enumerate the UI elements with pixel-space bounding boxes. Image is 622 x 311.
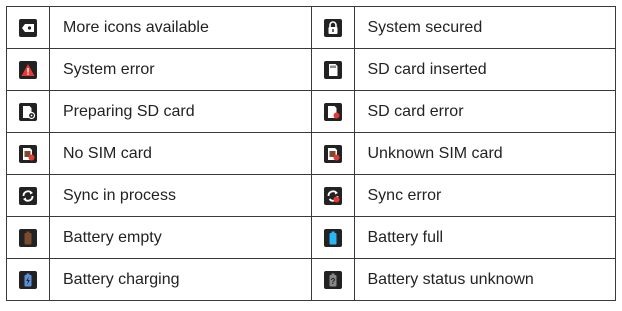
icon-cell (310, 216, 355, 259)
label-cell: Preparing SD card (49, 90, 312, 133)
icon-cell: ? (310, 258, 355, 301)
more-icons-icon (19, 18, 37, 37)
table-row: Preparing SD card SD card error (6, 90, 616, 133)
table-row: More icons available System secured (6, 6, 616, 49)
icon-cell (6, 216, 50, 259)
icon-cell (6, 174, 50, 217)
label-cell: Battery empty (49, 216, 312, 259)
label-cell: System secured (353, 6, 616, 49)
icon-cell (310, 174, 355, 217)
table-row: Sync in process Sync error (6, 174, 616, 217)
unknown-sim-card-icon (323, 144, 342, 163)
label-cell: More icons available (49, 6, 312, 49)
table-row: Battery charging ? Battery status unknow… (6, 258, 616, 301)
icon-cell (6, 90, 50, 133)
icon-cell (6, 48, 50, 91)
icon-cell (310, 48, 355, 91)
table-row: No SIM card Unknown SIM card (6, 132, 616, 175)
icon-cell (310, 6, 355, 49)
battery-unknown-icon: ? (323, 270, 342, 289)
icon-cell (310, 90, 355, 133)
label-cell: Unknown SIM card (353, 132, 616, 175)
preparing-sd-card-icon (19, 102, 37, 121)
battery-full-icon (323, 228, 342, 247)
label-cell: Battery charging (49, 258, 312, 301)
icon-cell (310, 132, 355, 175)
svg-text:?: ? (330, 277, 335, 286)
sd-card-error-icon (323, 102, 342, 121)
status-icons-table: More icons available System secured Syst… (6, 6, 616, 301)
label-cell: SD card inserted (353, 48, 616, 91)
sd-card-inserted-icon (323, 60, 342, 79)
label-cell: Battery full (353, 216, 616, 259)
table-row: Battery empty Battery full (6, 216, 616, 259)
system-error-icon (19, 60, 37, 79)
icon-cell (6, 258, 50, 301)
label-cell: System error (49, 48, 312, 91)
table-row: System error SD card inserted (6, 48, 616, 91)
icon-cell (6, 6, 50, 49)
battery-empty-icon (19, 228, 37, 247)
icon-cell (6, 132, 50, 175)
label-cell: Battery status unknown (353, 258, 616, 301)
battery-charging-icon (19, 270, 37, 289)
sync-in-process-icon (19, 186, 37, 205)
label-cell: SD card error (353, 90, 616, 133)
label-cell: Sync error (353, 174, 616, 217)
sync-error-icon (323, 186, 342, 205)
label-cell: No SIM card (49, 132, 312, 175)
system-secured-icon (323, 18, 342, 37)
no-sim-card-icon (19, 144, 37, 163)
label-cell: Sync in process (49, 174, 312, 217)
